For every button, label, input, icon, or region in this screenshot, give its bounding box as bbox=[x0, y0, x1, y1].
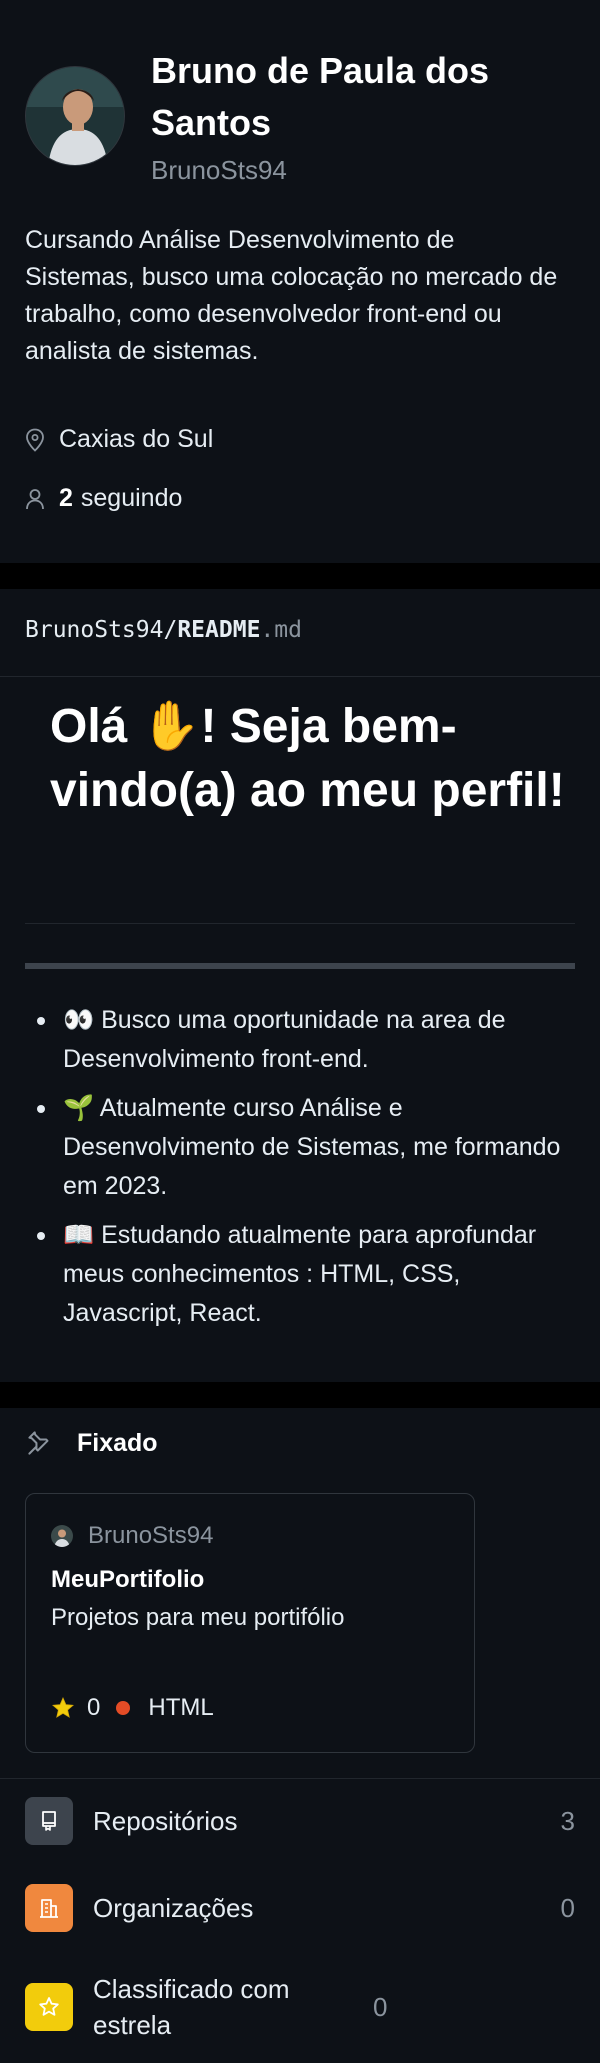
language-name: HTML bbox=[148, 1694, 214, 1721]
card-repo-name[interactable]: MeuPortifolio bbox=[51, 1566, 204, 1594]
card-description: Projetos para meu portifólio bbox=[51, 1604, 345, 1631]
avatar[interactable] bbox=[25, 66, 125, 166]
star-count: 0 bbox=[87, 1694, 101, 1721]
location-icon bbox=[26, 428, 44, 452]
nav-item-starred[interactable]: Classificado com estrela 0 bbox=[25, 1971, 575, 2043]
nav-count-organizations: 0 bbox=[560, 1892, 575, 1923]
star-icon bbox=[52, 1697, 74, 1718]
following-row[interactable]: 2 seguindo bbox=[25, 484, 182, 513]
following-label: seguindo bbox=[80, 484, 183, 512]
pinned-section: Fixado BrunoSts94 MeuPortifolio Projetos… bbox=[0, 1408, 600, 2063]
readme-owner: BrunoSts94/ bbox=[25, 617, 178, 643]
owner-avatar bbox=[51, 1525, 73, 1547]
profile-name: Bruno de Paula dos Santos bbox=[151, 50, 490, 143]
title-underline bbox=[25, 923, 575, 924]
language-color-dot bbox=[116, 1701, 131, 1715]
nav-count-starred: 0 bbox=[373, 1991, 388, 2022]
pinned-header: Fixado bbox=[25, 1428, 158, 1458]
nav-count-repositories: 3 bbox=[560, 1805, 575, 1836]
divider bbox=[0, 1778, 600, 1779]
nav-label-organizations: Organizações bbox=[93, 1893, 254, 1923]
horizontal-rule bbox=[25, 963, 575, 969]
person-icon bbox=[26, 488, 44, 509]
card-stats: 0 HTML bbox=[51, 1694, 214, 1722]
nav-item-organizations[interactable]: Organizações 0 bbox=[25, 1884, 575, 1932]
readme-list: 👀 Busco uma oportunidade na area de Dese… bbox=[25, 1001, 585, 1343]
organization-icon bbox=[25, 1884, 73, 1932]
card-owner-name: BrunoSts94 bbox=[88, 1522, 214, 1549]
nav-label-repositories: Repositórios bbox=[93, 1806, 238, 1836]
star-icon bbox=[25, 1983, 73, 2031]
profile-section: Bruno de Paula dos Santos BrunoSts94 Cur… bbox=[0, 0, 600, 563]
profile-login: BrunoSts94 bbox=[151, 155, 287, 185]
nav-label-starred: Classificado com estrela bbox=[93, 1974, 290, 2040]
readme-section: BrunoSts94/README.md Olá ✋! Seja bem-vin… bbox=[0, 589, 600, 1382]
readme-title: Olá ✋! Seja bem-vindo(a) ao meu perfil! bbox=[50, 700, 565, 817]
pinned-repo-card[interactable]: BrunoSts94 MeuPortifolio Projetos para m… bbox=[25, 1493, 475, 1753]
card-owner[interactable]: BrunoSts94 bbox=[51, 1522, 213, 1550]
list-item: 👀 Busco uma oportunidade na area de Dese… bbox=[25, 1001, 585, 1079]
location-text: Caxias do Sul bbox=[59, 425, 214, 453]
profile-bio: Cursando Análise Desenvolvimento de Sist… bbox=[25, 226, 558, 365]
location-row: Caxias do Sul bbox=[25, 425, 213, 454]
readme-ext: .md bbox=[260, 617, 302, 643]
pin-icon bbox=[28, 1431, 49, 1455]
pinned-title: Fixado bbox=[77, 1428, 158, 1457]
readme-path[interactable]: BrunoSts94/README.md bbox=[0, 589, 600, 677]
nav-item-repositories[interactable]: Repositórios 3 bbox=[25, 1797, 575, 1845]
list-item: 📖 Estudando atualmente para aprofundar m… bbox=[25, 1216, 585, 1333]
list-item: 🌱 Atualmente curso Análise e Desenvolvim… bbox=[25, 1089, 585, 1206]
avatar-image bbox=[26, 67, 124, 165]
following-count: 2 bbox=[59, 484, 73, 512]
readme-file: README bbox=[177, 617, 261, 643]
repo-icon bbox=[25, 1797, 73, 1845]
